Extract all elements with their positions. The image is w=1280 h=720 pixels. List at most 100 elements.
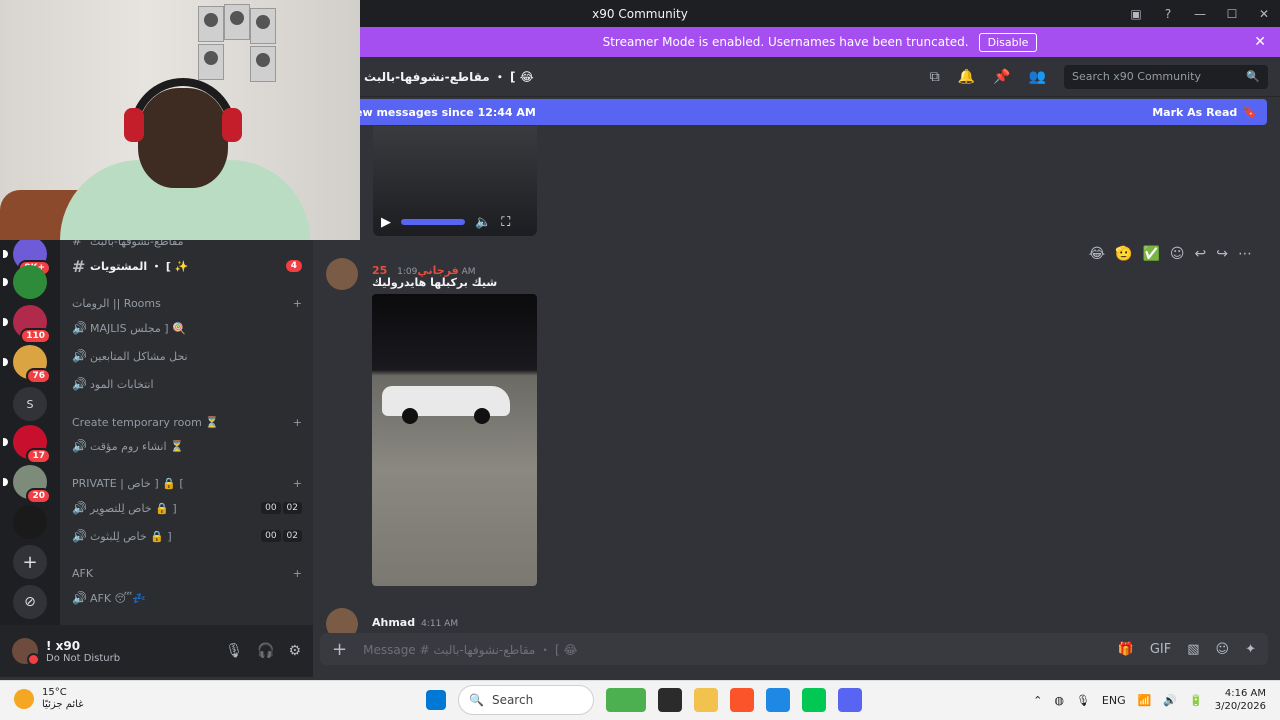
poster-image (250, 46, 276, 82)
server-icon-8[interactable] (13, 505, 47, 539)
server-badge: 17 (26, 448, 51, 464)
user-count: 00 02 (261, 530, 302, 542)
category-private[interactable]: PRIVATE | خاص ] 🔒 [ + (72, 477, 302, 490)
server-icon-7[interactable]: 20 (3, 465, 51, 504)
user-panel: ! x90 Do Not Disturb 🎙 🎧 ⚙ (0, 625, 313, 677)
search-input[interactable]: Search x90 Community 🔍 (1064, 64, 1268, 89)
voice-channel[interactable]: 🔊 انشاء روم مؤقت ⏳ (72, 434, 302, 458)
video-attachment[interactable] (372, 294, 537, 586)
add-reaction-icon[interactable]: ☺ (1170, 246, 1185, 262)
window-title: x90 Community (592, 6, 688, 21)
avatar[interactable] (326, 258, 358, 290)
close-window-button[interactable]: ✕ (1248, 7, 1280, 21)
volume-icon[interactable]: 🔊 (1163, 694, 1177, 707)
inbox-icon[interactable]: ▣ (1120, 7, 1152, 21)
tray-app-icon[interactable]: ◍ (1054, 694, 1064, 707)
language-indicator[interactable]: ENG (1102, 694, 1126, 707)
mention-badge: 4 (285, 260, 302, 272)
new-messages-bar[interactable]: ew messages since 12:44 AM Mark As Read … (345, 99, 1267, 125)
fullscreen-icon[interactable]: ⛶ (501, 215, 510, 230)
video-attachment[interactable]: ▶ 🔈 ⛶ (373, 126, 537, 236)
app-icon[interactable] (766, 688, 790, 712)
forward-icon[interactable]: ↪ (1216, 246, 1228, 262)
mark-as-read-button[interactable]: Mark As Read 🔖 (1152, 106, 1257, 119)
voice-channel[interactable]: 🔊 AFK 😴💤 (72, 586, 302, 610)
hash-icon: # (72, 256, 86, 276)
more-icon[interactable]: ⋯ (1238, 246, 1252, 262)
threads-icon[interactable]: ⧉ (930, 69, 940, 85)
emoji-icon[interactable]: ☺ (1216, 642, 1230, 657)
voice-channel[interactable]: 🔊 خاص لِلتصوِير 🔒 ] 00 02 (72, 496, 302, 520)
attach-icon[interactable]: + (332, 639, 347, 660)
clock[interactable]: 4:16 AM 3/20/2026 (1215, 687, 1266, 713)
add-server-icon[interactable]: + (13, 545, 47, 579)
server-icon-5[interactable]: S (13, 387, 47, 421)
help-icon[interactable]: ? (1152, 7, 1184, 21)
discover-icon[interactable]: ⊘ (13, 585, 47, 619)
disable-streamer-button[interactable]: Disable (978, 32, 1038, 52)
reaction-1[interactable]: 😂 (1089, 246, 1105, 262)
bell-icon[interactable]: 🔔 (958, 69, 975, 85)
speaker-icon: 🔊 (72, 349, 87, 363)
voice-channel[interactable]: 🔊 نحل مشاكل المتابعين (72, 344, 302, 368)
message-time: 4:11 AM (421, 619, 459, 629)
gif-icon[interactable]: GIF (1150, 642, 1171, 657)
server-icon-4[interactable]: 76 (3, 345, 51, 384)
server-icon-6[interactable]: 17 (3, 425, 51, 464)
microphone-icon[interactable]: 🎙 (1076, 694, 1090, 707)
message-list: ▶ 🔈 ⛶ 😂 🫡 ✅ ☺ ↩ ↪ ⋯ 25 فرجاني1:09 AM شيك… (313, 126, 1280, 640)
close-icon[interactable]: ✕ (1254, 34, 1266, 50)
category-rooms[interactable]: الرومات || Rooms + (72, 297, 302, 310)
add-channel-icon[interactable]: + (293, 477, 302, 490)
server-badge: 110 (20, 328, 51, 344)
channel-item-top[interactable]: # المشتويات ・ [ ✨ 4 (72, 254, 302, 278)
members-icon[interactable]: 👥 (1029, 69, 1046, 85)
pin-icon[interactable]: 📌 (993, 69, 1010, 85)
message-author[interactable]: Ahmad (372, 616, 415, 629)
volume-icon[interactable]: 🔈 (475, 215, 491, 230)
gift-icon[interactable]: 🎁 (1118, 642, 1134, 657)
apps-icon[interactable]: ✦ (1245, 642, 1256, 657)
server-badge: 76 (26, 368, 51, 384)
widgets-icon[interactable] (606, 688, 646, 712)
mark-read-icon: 🔖 (1243, 105, 1257, 119)
discord-icon[interactable] (838, 688, 862, 712)
reaction-2[interactable]: 🫡 (1115, 246, 1132, 262)
channel-title: مقاطع-نشوفها-بالبث ・ [ 😂 (364, 70, 534, 84)
avatar[interactable] (12, 638, 40, 666)
message-input[interactable]: Message # مقاطع-نشوفها-بالبث ・ [ 😂 (363, 641, 1102, 658)
app-icon[interactable] (802, 688, 826, 712)
battery-icon[interactable]: 🔋 (1189, 694, 1203, 707)
task-view-icon[interactable] (658, 688, 682, 712)
file-explorer-icon[interactable] (694, 688, 718, 712)
webcam-overlay (0, 0, 360, 240)
category-afk[interactable]: AFK + (72, 567, 302, 580)
voice-channel[interactable]: 🔊 خاص لِلبثوث 🔒 ] 00 02 (72, 524, 302, 548)
headphones-icon[interactable]: 🎧 (257, 643, 274, 659)
chevron-up-icon[interactable]: ⌃ (1033, 694, 1042, 707)
voice-channel[interactable]: 🔊 انتخابات المود (72, 372, 302, 396)
reaction-3[interactable]: ✅ (1142, 246, 1159, 262)
user-count: 00 02 (261, 502, 302, 514)
server-icon-3[interactable]: 110 (3, 305, 51, 344)
add-channel-icon[interactable]: + (293, 567, 302, 580)
voice-channel[interactable]: 🔊 MAJLIS مجلس ] 🍭 (72, 316, 302, 340)
add-channel-icon[interactable]: + (293, 416, 302, 429)
wifi-icon[interactable]: 📶 (1138, 694, 1152, 707)
play-icon[interactable]: ▶ (381, 215, 391, 230)
brave-browser-icon[interactable] (730, 688, 754, 712)
gear-icon[interactable]: ⚙ (288, 643, 301, 659)
category-temp[interactable]: Create temporary room ⏳ + (72, 416, 302, 429)
taskbar-search[interactable]: 🔍 Search (458, 685, 594, 715)
message-composer[interactable]: + Message # مقاطع-نشوفها-بالبث ・ [ 😂 🎁 G… (320, 633, 1268, 665)
windows-start-icon[interactable] (426, 690, 446, 710)
server-icon-2[interactable] (3, 265, 47, 299)
maximize-button[interactable]: ☐ (1216, 7, 1248, 21)
microphone-icon[interactable]: 🎙 (225, 643, 243, 659)
add-channel-icon[interactable]: + (293, 297, 302, 310)
video-progress[interactable] (401, 219, 465, 225)
weather-widget[interactable]: 15°C غائم جزئيًا (14, 687, 83, 711)
reply-icon[interactable]: ↩ (1195, 246, 1207, 262)
sticker-icon[interactable]: ▧ (1187, 642, 1199, 657)
minimize-button[interactable]: — (1184, 7, 1216, 21)
